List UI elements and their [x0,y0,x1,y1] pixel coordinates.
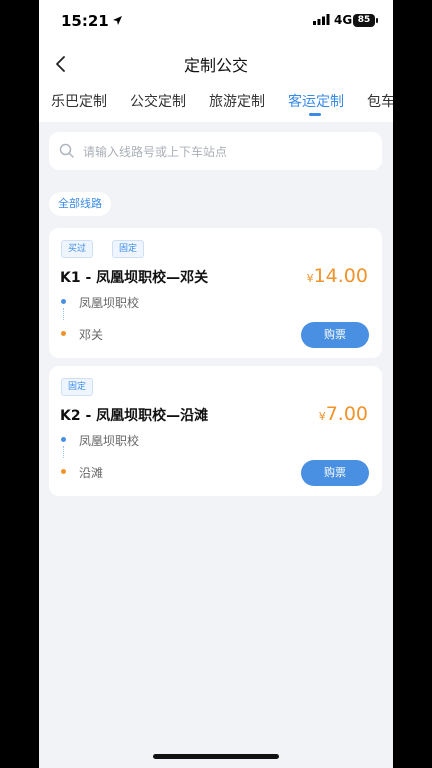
destination-stop: 沿滩 [79,466,104,480]
route-line [63,446,65,458]
status-time: 15:21 [61,12,109,30]
active-tab-indicator [309,113,321,116]
tab-leba[interactable]: 乐巴定制 [51,91,107,111]
price-value: 7.00 [325,403,368,425]
cellular-signal-icon [313,14,330,25]
filter-all-routes[interactable]: 全部线路 [49,192,111,216]
search-input[interactable]: 请输入线路号或上下车站点 [49,132,382,170]
buy-ticket-button[interactable]: 购票 [301,322,369,348]
destination-dot [61,331,66,336]
search-placeholder: 请输入线路号或上下车站点 [83,145,228,159]
route-price: ¥7.00 [319,403,368,425]
network-type: 4G [334,13,353,27]
home-indicator[interactable] [153,754,279,759]
price-value: 14.00 [313,265,368,287]
buy-ticket-button[interactable]: 购票 [301,460,369,486]
origin-stop: 凤凰坝职校 [79,296,140,310]
tag-purchased: 买过 [61,240,94,258]
currency-symbol: ¥ [318,410,326,423]
tab-bus[interactable]: 公交定制 [130,91,186,111]
tab-tourism[interactable]: 旅游定制 [209,91,265,111]
route-line [63,308,65,320]
route-price: ¥14.00 [307,265,368,287]
route-name: K2 - 凤凰坝职校—沿滩 [60,408,209,424]
route-name: K1 - 凤凰坝职校—邓关 [60,270,209,286]
battery-icon: 85 [353,14,375,27]
origin-dot [61,299,66,304]
route-card[interactable]: 买过 固定 K1 - 凤凰坝职校—邓关 ¥14.00 凤凰坝职校 邓关 购票 [49,228,382,358]
battery-tip [376,18,378,23]
tag-fixed: 固定 [61,378,94,396]
search-icon [59,143,74,158]
tab-charter[interactable]: 包车 [367,91,393,111]
phone-screen: 15:21 4G 85 定制公交 乐巴定制 公交定制 旅游定制 客运定制 包车 [39,0,393,768]
header-area: 15:21 4G 85 定制公交 乐巴定制 公交定制 旅游定制 客运定制 包车 [39,0,393,122]
destination-stop: 邓关 [79,328,104,342]
currency-symbol: ¥ [306,272,314,285]
tag-fixed: 固定 [112,240,145,258]
origin-stop: 凤凰坝职校 [79,434,140,448]
destination-dot [61,469,66,474]
route-card[interactable]: 固定 K2 - 凤凰坝职校—沿滩 ¥7.00 凤凰坝职校 沿滩 购票 [49,366,382,496]
location-arrow-icon [113,16,122,25]
origin-dot [61,437,66,442]
tab-passenger[interactable]: 客运定制 [288,91,344,111]
page-title: 定制公交 [183,56,248,75]
